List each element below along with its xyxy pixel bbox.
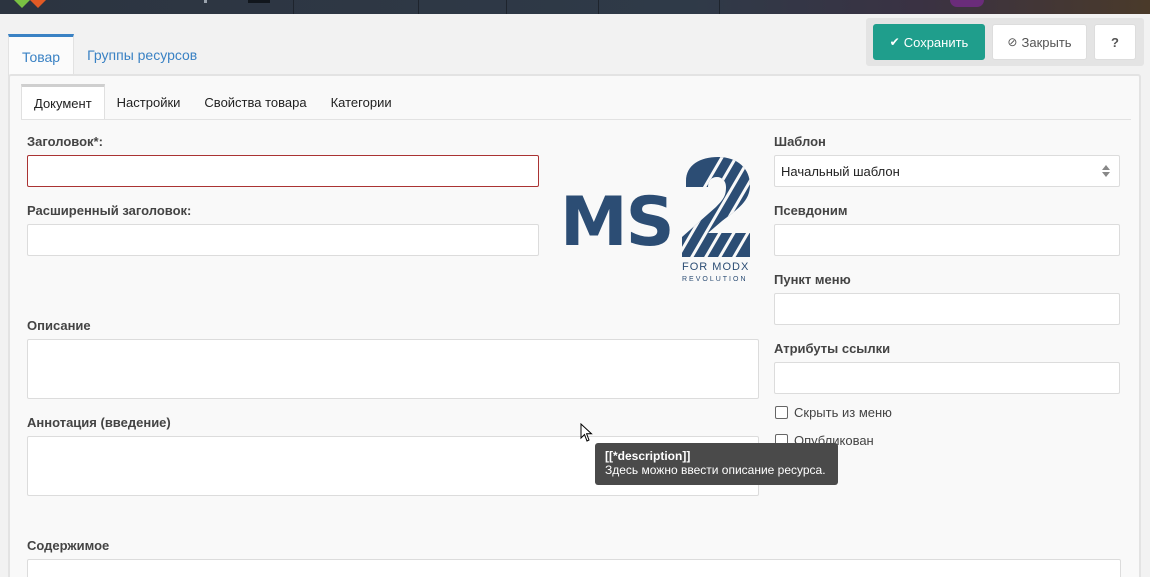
template-selected-value: Начальный шаблон: [781, 163, 900, 179]
tab-resource-groups[interactable]: Группы ресурсов: [74, 34, 210, 76]
document-tabs: Документ Настройки Свойства товара Катег…: [21, 84, 404, 120]
description-textarea[interactable]: [27, 339, 759, 399]
checkbox-label: Скрыть из меню: [794, 405, 892, 420]
logo-subtitle-small: REVOLUTION: [682, 276, 748, 283]
tab-label: Настройки: [116, 94, 181, 110]
description-label: Описание: [27, 318, 91, 333]
save-label: Сохранить: [903, 34, 969, 50]
tab-product-properties[interactable]: Свойства товара: [192, 84, 318, 120]
tab-label: Группы ресурсов: [87, 47, 198, 63]
tooltip-title: [[*description]]: [605, 449, 691, 463]
help-button[interactable]: ?: [1094, 24, 1136, 60]
top-navigation-bar: [0, 0, 1150, 14]
introtext-label: Аннотация (введение): [27, 415, 171, 430]
template-label: Шаблон: [774, 134, 826, 149]
nav-separator: [598, 0, 599, 14]
user-avatar[interactable]: [950, 0, 984, 7]
nav-separator: [719, 0, 720, 14]
resource-tabs: Товар Группы ресурсов: [8, 34, 210, 76]
nav-fragment: [204, 0, 207, 3]
tab-label: Товар: [22, 48, 61, 65]
main-panel: Документ Настройки Свойства товара Катег…: [8, 74, 1141, 577]
title-label: Заголовок*:: [27, 134, 103, 149]
minishop2-logo: MS FOR MODX REVOLUTION: [560, 157, 755, 287]
logo-subtitle: FOR MODX: [682, 261, 750, 273]
link-attributes-label: Атрибуты ссылки: [774, 341, 891, 356]
modx-logo[interactable]: [14, 0, 48, 8]
logo-text: MS: [560, 183, 675, 262]
tab-divider: [21, 119, 1131, 120]
description-tooltip: [[*description]] Здесь можно ввести опис…: [595, 443, 838, 485]
alias-label: Псевдоним: [774, 203, 848, 218]
nav-fragment: [248, 0, 270, 3]
longtitle-label: Расширенный заголовок:: [27, 203, 192, 218]
action-buttons: ✔ Сохранить ⊘ Закрыть ?: [866, 18, 1144, 66]
tab-settings[interactable]: Настройки: [105, 84, 193, 120]
content-editor[interactable]: [27, 559, 1121, 577]
hide-menu-checkbox[interactable]: Скрыть из меню: [775, 405, 892, 420]
check-icon: ✔: [889, 35, 900, 49]
tab-label: Документ: [34, 96, 92, 111]
tab-label: Категории: [330, 94, 392, 110]
nav-separator: [506, 0, 507, 14]
menutitle-input[interactable]: [774, 293, 1120, 325]
tab-label: Свойства товара: [204, 94, 307, 110]
longtitle-input[interactable]: [27, 224, 539, 256]
help-label: ?: [1111, 34, 1119, 50]
title-input[interactable]: [27, 155, 539, 187]
tab-categories[interactable]: Категории: [319, 84, 404, 120]
link-attributes-input[interactable]: [774, 362, 1120, 394]
select-arrows-icon: [1102, 165, 1110, 178]
nav-separator: [418, 0, 419, 14]
content-label: Содержимое: [27, 538, 110, 553]
menutitle-label: Пункт меню: [774, 272, 851, 287]
save-button[interactable]: ✔ Сохранить: [873, 24, 985, 60]
close-label: Закрыть: [1021, 34, 1072, 50]
template-select[interactable]: Начальный шаблон: [774, 155, 1120, 187]
close-button[interactable]: ⊘ Закрыть: [992, 24, 1087, 60]
tab-document[interactable]: Документ: [21, 84, 105, 120]
alias-input[interactable]: [774, 224, 1120, 256]
tab-product[interactable]: Товар: [8, 34, 75, 76]
tooltip-text: Здесь можно ввести описание ресурса.: [605, 463, 826, 477]
mouse-cursor-icon: [580, 423, 593, 442]
logo-two-glyph: [682, 157, 750, 257]
checkbox-box[interactable]: [775, 406, 788, 419]
ban-icon: ⊘: [1007, 35, 1018, 49]
nav-separator: [293, 0, 294, 14]
